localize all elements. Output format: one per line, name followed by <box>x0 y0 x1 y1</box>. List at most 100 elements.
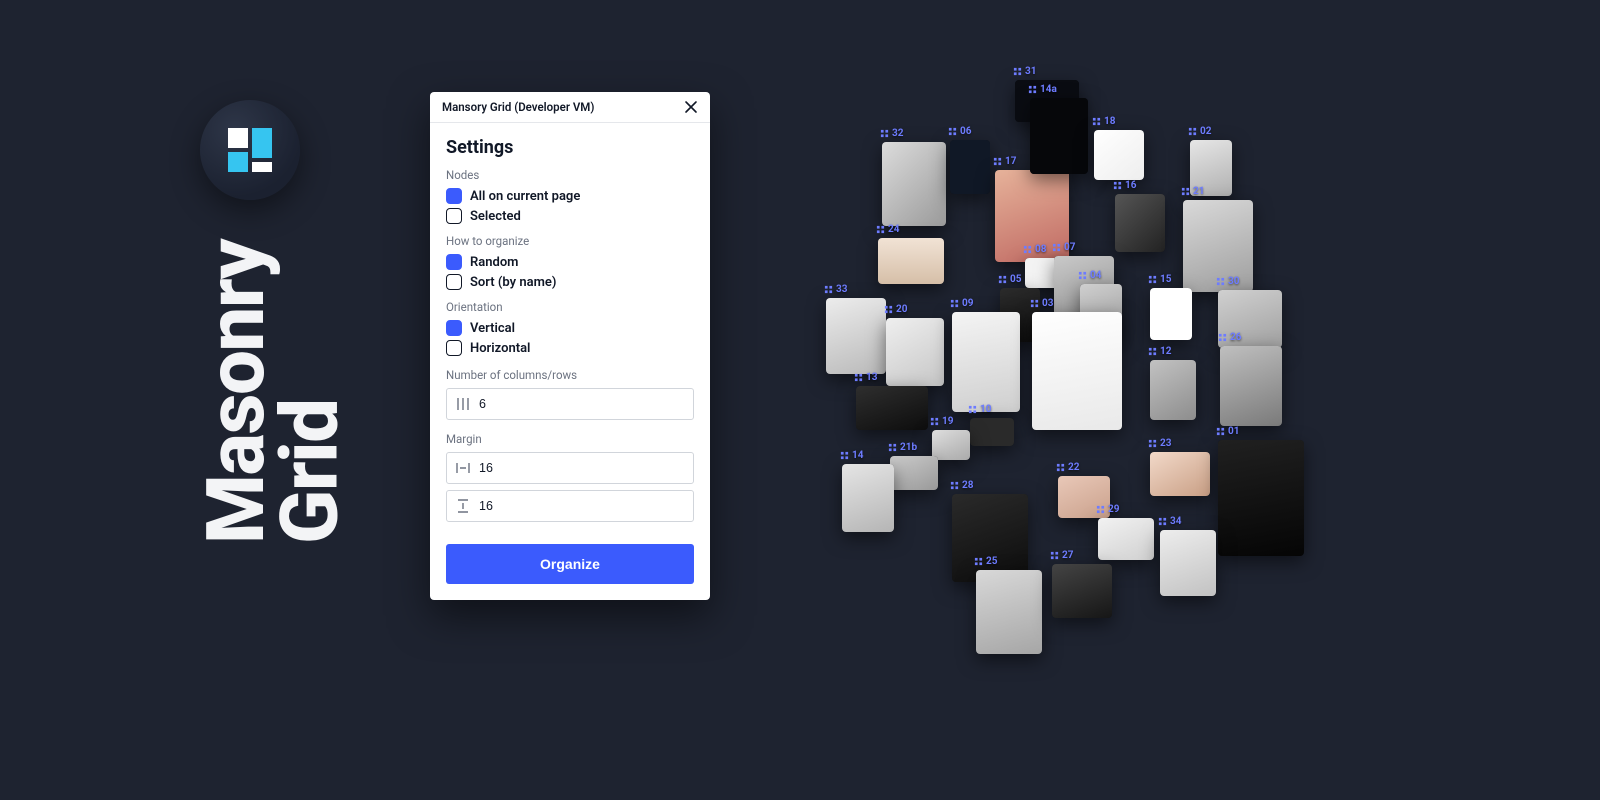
image-tile[interactable]: 23 <box>1150 452 1210 496</box>
tile-image <box>890 456 938 490</box>
section-label-nodes: Nodes <box>446 168 694 182</box>
option-label: Horizontal <box>470 341 530 356</box>
image-tile[interactable]: 03 <box>1032 312 1122 430</box>
tile-label: 34 <box>1158 516 1181 527</box>
margin-y-input-row[interactable] <box>446 490 694 522</box>
image-tile[interactable]: 15 <box>1150 288 1192 340</box>
tile-image <box>1218 440 1304 556</box>
frame-icon <box>840 451 849 460</box>
panel-heading: Settings <box>446 137 694 158</box>
image-tile[interactable]: 16 <box>1115 194 1165 252</box>
tile-label: 33 <box>824 284 847 295</box>
image-tile[interactable]: 32 <box>882 142 946 226</box>
tile-image <box>970 418 1014 446</box>
image-tile[interactable]: 01 <box>1218 440 1304 556</box>
panel-window-title: Mansory Grid (Developer VM) <box>442 100 594 114</box>
frame-icon <box>950 481 959 490</box>
masonry-grid-icon <box>224 124 276 176</box>
frame-icon <box>948 127 957 136</box>
image-tile[interactable]: 14a <box>1030 98 1088 174</box>
image-tile[interactable]: 20 <box>886 318 944 386</box>
option-vertical[interactable]: Vertical <box>446 320 694 336</box>
frame-icon <box>1113 181 1122 190</box>
tile-label: 15 <box>1148 274 1171 285</box>
tile-image <box>1115 194 1165 252</box>
image-tile[interactable]: 12 <box>1150 360 1196 420</box>
image-tile[interactable]: 25 <box>976 570 1042 654</box>
image-tile[interactable]: 18 <box>1094 130 1144 180</box>
tile-label: 24 <box>876 224 899 235</box>
image-tile[interactable]: 28 <box>952 494 1028 582</box>
tile-label: 01 <box>1216 426 1239 437</box>
frame-icon <box>1013 67 1022 76</box>
frame-icon <box>1030 299 1039 308</box>
image-tile[interactable]: 33 <box>826 298 886 374</box>
tile-label: 05 <box>998 274 1021 285</box>
image-tile[interactable]: 09 <box>952 312 1020 412</box>
tile-label: 21 <box>1181 186 1204 197</box>
tile-label: 21b <box>888 442 917 453</box>
margin-x-input[interactable] <box>479 461 685 475</box>
image-tile[interactable]: 10 <box>970 418 1014 446</box>
image-tile[interactable]: 27 <box>1052 564 1112 618</box>
frame-icon <box>1056 463 1065 472</box>
option-random[interactable]: Random <box>446 254 694 270</box>
margin-x-input-row[interactable] <box>446 452 694 484</box>
tile-image <box>976 570 1042 654</box>
frame-icon <box>1218 333 1227 342</box>
tile-label: 03 <box>1030 298 1053 309</box>
tile-label: 12 <box>1148 346 1171 357</box>
option-selected[interactable]: Selected <box>446 208 694 224</box>
image-tile[interactable]: 24 <box>878 238 944 284</box>
tile-image <box>1094 130 1144 180</box>
tile-label: 26 <box>1218 332 1241 343</box>
frame-icon <box>824 285 833 294</box>
image-tile[interactable]: 14 <box>842 464 894 532</box>
image-tile[interactable]: 34 <box>1160 530 1216 596</box>
columns-icon <box>455 396 471 412</box>
tile-label: 18 <box>1092 116 1115 127</box>
tile-label: 28 <box>950 480 973 491</box>
option-all-on-page[interactable]: All on current page <box>446 188 694 204</box>
tile-label: 19 <box>930 416 953 427</box>
image-tile[interactable]: 19 <box>932 430 970 460</box>
brand-title: Masonry Grid <box>200 240 347 544</box>
checkbox-icon <box>446 274 462 290</box>
tile-label: 30 <box>1216 276 1239 287</box>
tile-label: 29 <box>1096 504 1119 515</box>
option-sort-by-name[interactable]: Sort (by name) <box>446 274 694 290</box>
image-tile[interactable]: 06 <box>950 140 990 194</box>
organize-button[interactable]: Organize <box>446 544 694 584</box>
panel-titlebar[interactable]: Mansory Grid (Developer VM) <box>430 92 710 123</box>
tile-label: 17 <box>993 156 1016 167</box>
margin-horizontal-icon <box>455 460 471 476</box>
frame-icon <box>974 557 983 566</box>
image-scatter: 3132061714a18021621240807330504153020090… <box>800 80 1360 700</box>
option-horizontal[interactable]: Horizontal <box>446 340 694 356</box>
margin-y-input[interactable] <box>479 499 685 513</box>
frame-icon <box>1148 439 1157 448</box>
brand-block: Masonry Grid <box>200 100 347 700</box>
frame-icon <box>854 373 863 382</box>
columns-input[interactable] <box>479 397 685 411</box>
close-icon[interactable] <box>684 100 698 114</box>
section-label-orientation: Orientation <box>446 300 694 314</box>
tile-label: 32 <box>880 128 903 139</box>
frame-icon <box>876 225 885 234</box>
option-label: Selected <box>470 209 521 224</box>
tile-image <box>1160 530 1216 596</box>
tile-label: 07 <box>1052 242 1075 253</box>
frame-icon <box>1188 127 1197 136</box>
tile-label: 02 <box>1188 126 1211 137</box>
tile-label: 16 <box>1113 180 1136 191</box>
tile-image <box>878 238 944 284</box>
columns-input-row[interactable] <box>446 388 694 420</box>
frame-icon <box>1096 505 1105 514</box>
image-tile[interactable]: 13 <box>856 386 928 430</box>
option-label: Random <box>470 255 518 270</box>
image-tile[interactable]: 29 <box>1098 518 1154 560</box>
image-tile[interactable]: 21b <box>890 456 938 490</box>
tile-image <box>842 464 894 532</box>
frame-icon <box>888 443 897 452</box>
image-tile[interactable]: 26 <box>1220 346 1282 426</box>
